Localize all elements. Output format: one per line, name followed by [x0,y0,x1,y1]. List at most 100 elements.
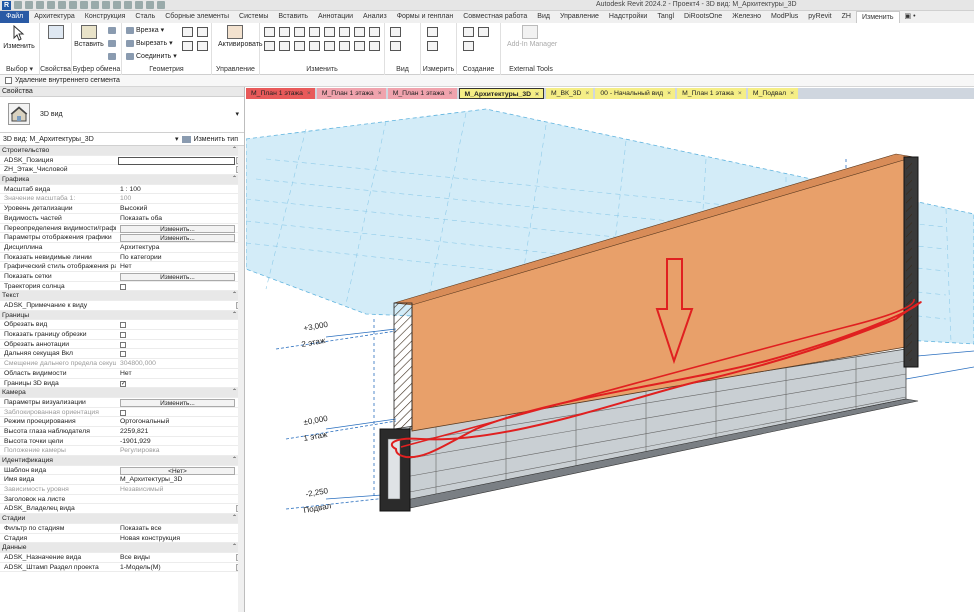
document-tab[interactable]: М_ВК_3D × [546,88,594,99]
close-icon[interactable]: × [535,91,539,98]
ribbon-tab-2[interactable]: Конструкция [80,11,131,23]
aligned-dimension-icon[interactable] [427,41,438,51]
ribbon-tab-17[interactable]: ModPlus [766,11,803,23]
instance-selector[interactable]: 3D вид: М_Архитектуры_3D ▾ Изменить тип [0,133,244,146]
property-value[interactable]: 1-Модель(М) [120,563,234,573]
ribbon-tab-10[interactable]: Совместная работа [458,11,532,23]
edit-type-button[interactable]: ▾ Изменить тип [175,133,238,146]
property-section[interactable]: Стадии ⌃ [0,514,244,524]
property-section[interactable]: Текст ⌃ [0,291,244,301]
property-section[interactable]: Границы ⌃ [0,310,244,321]
collapse-icon[interactable]: ⌃ [232,514,237,524]
property-value[interactable]: Показать все [120,524,234,534]
measure-icon[interactable] [80,1,88,9]
trim-single-icon[interactable] [354,41,365,51]
property-value[interactable]: Высокий [120,204,234,214]
text-icon[interactable] [113,1,121,9]
pin-icon[interactable] [309,41,320,51]
copy-icon[interactable] [108,27,116,34]
collapse-icon[interactable]: ⌃ [232,311,237,321]
close-icon[interactable]: × [378,90,382,97]
properties-button[interactable] [39,25,73,41]
offset-icon[interactable] [279,27,290,37]
property-value[interactable]: 304800,000 [120,359,234,369]
activate-button[interactable]: Активировать [218,25,263,48]
property-value[interactable]: Архитектура [120,243,234,253]
copy-element-icon[interactable] [339,27,350,37]
close-icon[interactable]: × [585,90,589,97]
collapse-icon[interactable]: ⌃ [232,175,237,185]
print-icon[interactable] [69,1,77,9]
tag-icon[interactable] [102,1,110,9]
property-section[interactable]: Данные ⌃ [0,543,244,553]
property-checkbox[interactable] [120,351,126,358]
property-input[interactable] [118,156,235,165]
ribbon-tab-8[interactable]: Анализ [358,11,392,23]
close-hidden-icon[interactable] [157,1,165,9]
scale-icon[interactable] [294,41,305,51]
ribbon-tab-6[interactable]: Вставить [273,11,313,23]
open-icon[interactable] [14,1,22,9]
document-tab[interactable]: М_Подвал × [747,88,799,99]
collapse-icon[interactable]: ⌃ [232,291,237,301]
chevron-down-icon[interactable]: ▾ [235,110,239,118]
document-tab[interactable]: М_План 1 этажа × [387,88,457,99]
close-icon[interactable]: × [667,90,671,97]
sync-icon[interactable] [36,1,44,9]
close-icon[interactable]: × [449,90,453,97]
property-checkbox[interactable] [120,322,126,329]
property-value[interactable]: 100 [120,194,234,204]
3d-viewport[interactable]: +3,000 2 этаж ±0,000 1 этаж -2,250 Подва… [246,99,974,612]
ribbon-tab-13[interactable]: Надстройки [604,11,652,23]
property-value[interactable]: Ортогональный [120,417,234,427]
rotate-icon[interactable] [354,27,365,37]
property-edit-button[interactable]: Изменить... [120,272,235,281]
ribbon-tab-14[interactable]: Tangl [652,11,679,23]
ribbon-tab-11[interactable]: Вид [532,11,555,23]
property-edit-button[interactable]: Изменить... [120,398,235,407]
mirror-axis-icon[interactable] [294,27,305,37]
dimension-icon[interactable] [91,1,99,9]
mirror-draw-icon[interactable] [309,27,320,37]
properties-scrollbar[interactable] [238,146,244,612]
trim-icon[interactable] [369,27,380,37]
type-selector[interactable]: 3D вид ▾ [0,97,244,133]
property-checkbox[interactable] [120,380,126,389]
document-tab[interactable]: М_План 1 этажа × [677,88,746,99]
create-similar-icon[interactable] [463,41,474,51]
align-icon[interactable] [264,27,275,37]
delete-icon[interactable] [339,41,350,51]
save-icon[interactable] [25,1,33,9]
property-checkbox[interactable] [120,332,126,339]
ribbon-tab-9[interactable]: Формы и генплан [392,11,459,23]
ribbon-tab-20[interactable]: Изменить [855,11,900,23]
close-icon[interactable]: × [738,90,742,97]
property-value[interactable]: 2259,821 [120,427,234,437]
document-tab[interactable]: М_План 1 этажа × [316,88,386,99]
ribbon-tab-21[interactable]: ▣ • [900,11,921,23]
document-tab[interactable]: М_Архитектуры_3D × [458,88,545,99]
ribbon-tab-5[interactable]: Системы [234,11,273,23]
property-value[interactable]: 1 : 100 [120,185,234,195]
property-section[interactable]: Строительство ⌃ [0,146,244,156]
cut-geometry-button[interactable]: Вырезать ▾ [126,39,173,47]
unpin-icon[interactable] [324,41,335,51]
close-icon[interactable]: × [307,90,311,97]
paste-button[interactable]: Вставить [72,25,106,48]
select-group-label[interactable]: Выбор ▾ [0,65,39,73]
paint-icon[interactable] [197,27,208,37]
undo-icon[interactable] [47,1,55,9]
ribbon-tab-15[interactable]: DiRootsOne [679,11,727,23]
property-value[interactable]: Нет [120,369,234,379]
property-value[interactable]: Новая конструкция [120,534,234,544]
split-icon[interactable] [264,41,275,51]
collapse-icon[interactable]: ⌃ [232,146,237,156]
ribbon-tab-0[interactable]: Файл [0,11,30,23]
ribbon-tab-18[interactable]: pyRevit [803,11,836,23]
move-icon[interactable] [324,27,335,37]
property-value[interactable]: Показать оба [120,214,234,224]
array-icon[interactable] [279,41,290,51]
modify-button[interactable]: Изменить [2,24,36,50]
model-canvas[interactable]: +3,000 2 этаж ±0,000 1 этаж -2,250 Подва… [246,99,974,612]
property-checkbox[interactable] [120,409,126,416]
